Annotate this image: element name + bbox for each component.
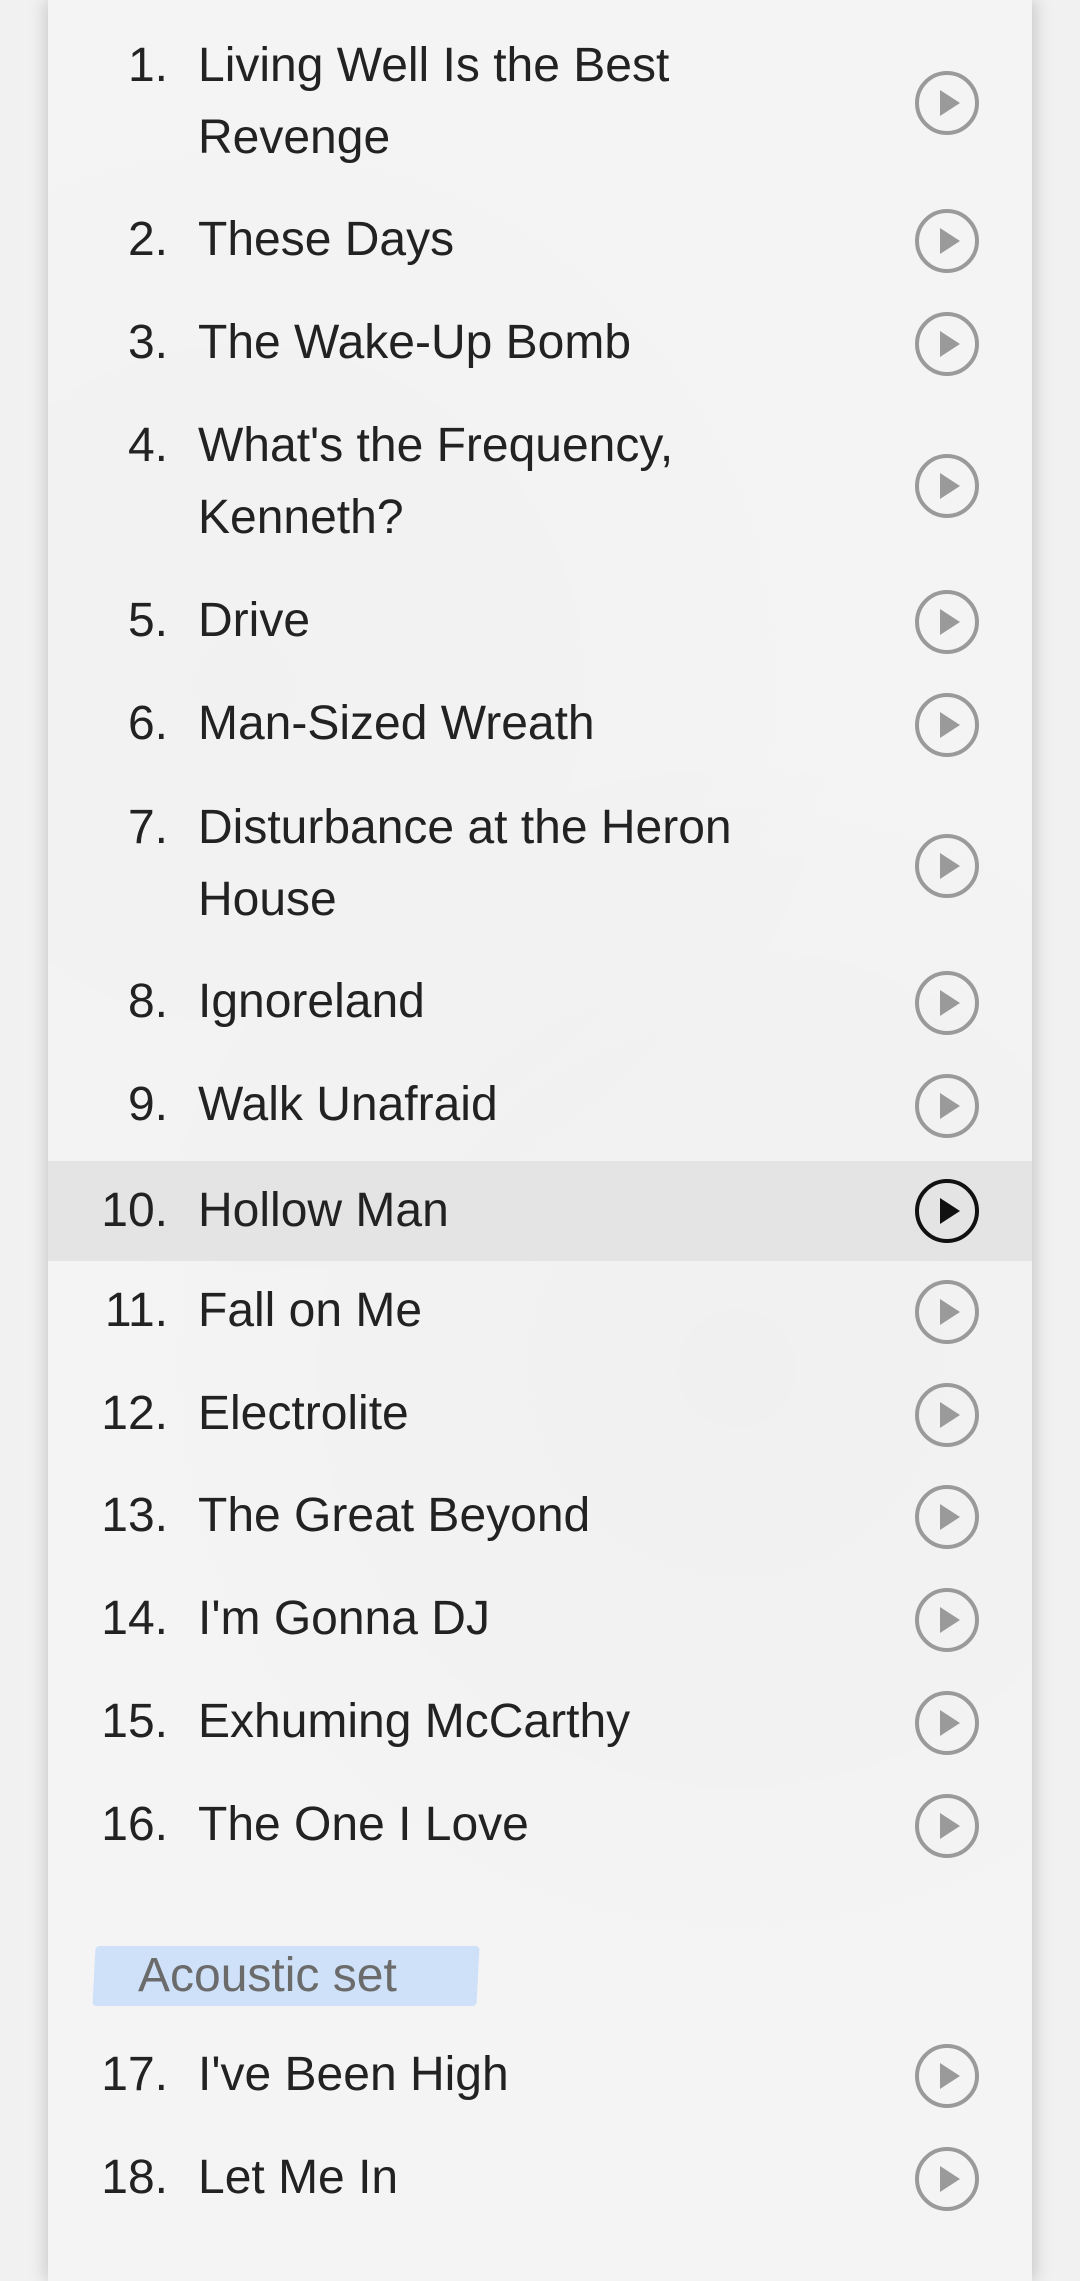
track-number: 5.: [127, 594, 168, 647]
track-number: 9.: [127, 1078, 168, 1131]
track-number: 1.: [127, 39, 168, 92]
track-number: 8.: [127, 975, 168, 1028]
track-row[interactable]: 6. Man-Sized Wreath: [48, 688, 1032, 762]
track-title: Exhuming McCarthy: [198, 1695, 631, 1748]
play-icon[interactable]: [914, 70, 980, 136]
track-row[interactable]: 17. I've Been High: [48, 2039, 1032, 2113]
track-title: Drive: [198, 594, 311, 647]
track-row[interactable]: 4. What's the Frequency, Kenneth?: [48, 408, 1032, 558]
track-row[interactable]: 3. The Wake-Up Bomb: [48, 307, 1032, 381]
play-icon[interactable]: [914, 1484, 980, 1550]
play-icon[interactable]: [914, 1793, 980, 1859]
track-title: Hollow Man: [198, 1184, 449, 1237]
track-title: What's the Frequency, Kenneth?: [198, 419, 674, 544]
track-title: Man-Sized Wreath: [198, 697, 595, 750]
track-title: Ignoreland: [198, 975, 425, 1028]
track-row[interactable]: 2. These Days: [48, 204, 1032, 278]
play-icon[interactable]: [914, 833, 980, 899]
track-title: Walk Unafraid: [198, 1078, 498, 1131]
track-number: 10.: [101, 1184, 168, 1237]
play-icon[interactable]: [914, 2146, 980, 2212]
play-icon[interactable]: [914, 1178, 980, 1244]
track-title: Disturbance at the Heron House: [198, 801, 732, 926]
track-row[interactable]: 13. The Great Beyond: [48, 1480, 1032, 1554]
track-title: Living Well Is the Best Revenge: [198, 39, 670, 164]
track-row[interactable]: 5. Drive: [48, 585, 1032, 659]
play-icon[interactable]: [914, 1279, 980, 1345]
track-title: Fall on Me: [198, 1284, 423, 1337]
track-row[interactable]: 18. Let Me In: [48, 2142, 1032, 2216]
track-row[interactable]: 8. Ignoreland: [48, 966, 1032, 1040]
track-number: 3.: [127, 316, 168, 369]
track-row[interactable]: 16. The One I Love: [48, 1789, 1032, 1863]
track-title: Electrolite: [198, 1387, 409, 1440]
play-icon[interactable]: [914, 453, 980, 519]
track-title: The One I Love: [198, 1798, 529, 1851]
track-number: 6.: [127, 697, 168, 750]
track-title: These Days: [198, 213, 455, 266]
track-title: Let Me In: [198, 2151, 399, 2204]
play-icon[interactable]: [914, 208, 980, 274]
track-number: 13.: [101, 1489, 168, 1542]
track-number: 4.: [127, 419, 168, 472]
play-icon[interactable]: [914, 311, 980, 377]
track-number: 2.: [127, 213, 168, 266]
track-title: I've Been High: [198, 2048, 509, 2101]
play-icon[interactable]: [914, 2043, 980, 2109]
play-icon[interactable]: [914, 589, 980, 655]
section-heading-acoustic-set: Acoustic set: [92, 1946, 480, 2006]
track-row[interactable]: 15. Exhuming McCarthy: [48, 1686, 1032, 1760]
track-title: The Great Beyond: [198, 1489, 591, 1542]
track-number: 17.: [101, 2048, 168, 2101]
play-icon[interactable]: [914, 1587, 980, 1653]
play-icon[interactable]: [914, 970, 980, 1036]
track-number: 15.: [101, 1695, 168, 1748]
play-icon[interactable]: [914, 1690, 980, 1756]
track-number: 18.: [101, 2151, 168, 2204]
track-row-active[interactable]: 10. Hollow Man: [48, 1161, 1032, 1261]
play-icon[interactable]: [914, 692, 980, 758]
track-row[interactable]: 11. Fall on Me: [48, 1275, 1032, 1349]
play-icon[interactable]: [914, 1073, 980, 1139]
track-row[interactable]: 14. I'm Gonna DJ: [48, 1583, 1032, 1657]
section-heading-text: Acoustic set: [138, 1949, 397, 2002]
track-title: The Wake-Up Bomb: [198, 316, 632, 369]
track-row[interactable]: 7. Disturbance at the Heron House: [48, 790, 1032, 940]
track-number: 7.: [127, 801, 168, 854]
play-icon[interactable]: [914, 1382, 980, 1448]
track-number: 14.: [101, 1592, 168, 1645]
track-title: I'm Gonna DJ: [198, 1592, 490, 1645]
track-number: 11.: [104, 1284, 168, 1337]
track-row[interactable]: 1. Living Well Is the Best Revenge: [48, 28, 1032, 178]
track-row[interactable]: 9. Walk Unafraid: [48, 1069, 1032, 1143]
track-row[interactable]: 12. Electrolite: [48, 1378, 1032, 1452]
track-number: 16.: [101, 1798, 168, 1851]
track-number: 12.: [101, 1387, 168, 1440]
